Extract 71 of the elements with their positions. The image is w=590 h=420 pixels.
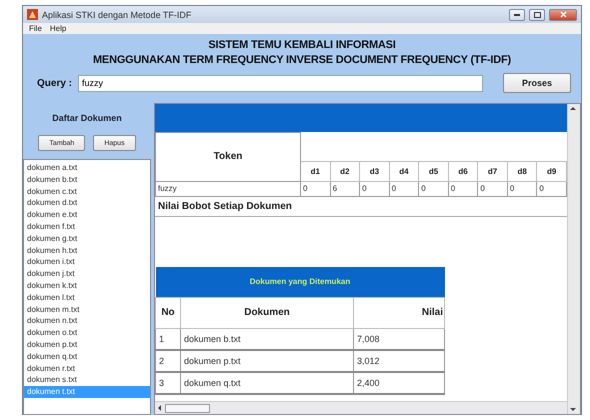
table-cell: 3	[156, 372, 180, 394]
column-header: Dokumen	[180, 297, 354, 328]
column-header: d5	[418, 161, 448, 181]
scroll-thumb[interactable]	[165, 404, 210, 412]
list-item[interactable]: dokumen e.txt	[24, 209, 150, 221]
list-item[interactable]: dokumen s.txt	[24, 374, 150, 386]
table-cell: 7,008	[354, 328, 444, 350]
list-item[interactable]: dokumen j.txt	[24, 268, 150, 280]
document-list[interactable]	[23, 159, 151, 415]
menu-item[interactable]: File	[29, 24, 42, 33]
list-item[interactable]: dokumen o.txt	[24, 327, 150, 339]
table-cell: 0	[360, 181, 390, 196]
maximize-icon	[534, 12, 540, 18]
app-heading: SISTEM TEMU KEMBALI INFORMASI	[208, 38, 396, 53]
column-header: d7	[478, 161, 508, 181]
close-icon	[560, 11, 566, 18]
list-item[interactable]: dokumen r.txt	[24, 362, 150, 374]
table-cell: dokumen q.txt	[180, 372, 354, 394]
column-header: d4	[389, 161, 419, 181]
list-item[interactable]: dokumen p.txt	[24, 338, 150, 351]
table-cell: dokumen b.txt	[180, 328, 354, 350]
panel-title: Daftar Dokumen	[51, 112, 123, 125]
app-heading: MENGGUNAKAN TERM FREQUENCY INVERSE DOCUMENT FREQUENCY (TF-IDF)	[92, 53, 512, 68]
column-header: No	[156, 297, 180, 328]
vertical-scrollbar[interactable]	[567, 104, 580, 414]
list-item[interactable]: dokumen c.txt	[24, 186, 150, 198]
column-header: Nilai	[354, 297, 444, 328]
list-item[interactable]: dokumen h.txt	[24, 244, 150, 256]
table-cell: 2,400	[354, 372, 444, 394]
list-item[interactable]: dokumen b.txt	[24, 174, 150, 186]
table-cell: 2	[156, 350, 180, 372]
list-item[interactable]: dokumen i.txt	[24, 256, 150, 268]
table-cell: 0	[418, 181, 448, 196]
list-item[interactable]: dokumen k.txt	[24, 280, 150, 292]
window-title: Aplikasi STKI dengan Metode TF-IDF	[42, 10, 192, 20]
table-cell: 3,012	[354, 350, 444, 372]
table-cell: 0	[300, 181, 330, 196]
section-label: Nilai Bobot Setiap Dokumen	[155, 196, 567, 216]
minimize-button[interactable]	[509, 8, 525, 20]
column-header: d6	[448, 161, 478, 181]
column-header: d8	[507, 161, 537, 181]
minimize-icon	[514, 14, 520, 16]
list-item[interactable]: dokumen a.txt	[24, 162, 150, 174]
table-cell: fuzzy	[156, 181, 301, 196]
table-cell: 0	[507, 181, 537, 196]
list-item[interactable]: dokumen f.txt	[24, 220, 150, 233]
query-field[interactable]: fuzzy	[78, 74, 483, 92]
process-button[interactable]: Proses	[502, 73, 571, 93]
horizontal-scrollbar[interactable]	[155, 401, 567, 414]
table-cell: 0	[448, 181, 478, 196]
table-title: Dokumen yang Ditemukan	[156, 266, 444, 297]
maximize-button[interactable]	[529, 8, 545, 20]
column-header: d3	[360, 161, 390, 181]
table-cell: 0	[389, 181, 419, 196]
query-label: Query :	[37, 78, 72, 88]
column-header: d2	[330, 161, 360, 181]
column-header: d1	[300, 161, 330, 181]
list-item[interactable]: dokumen q.txt	[24, 350, 150, 363]
list-item[interactable]: dokumen n.txt	[24, 315, 150, 328]
table-cell: 0	[478, 181, 508, 196]
close-button[interactable]	[549, 8, 577, 20]
list-item[interactable]: dokumen d.txt	[24, 197, 150, 210]
table-cell: dokumen p.txt	[180, 350, 354, 372]
column-header: Token	[156, 132, 301, 181]
table-cell: 1	[156, 328, 180, 350]
menu-item[interactable]: Help	[50, 24, 66, 33]
table-cell: 6	[330, 181, 360, 196]
list-item[interactable]: dokumen g.txt	[24, 232, 150, 245]
app-icon	[27, 9, 38, 20]
list-item[interactable]: dokumen m.txt	[24, 304, 150, 316]
list-item[interactable]: dokumen l.txt	[24, 292, 150, 304]
